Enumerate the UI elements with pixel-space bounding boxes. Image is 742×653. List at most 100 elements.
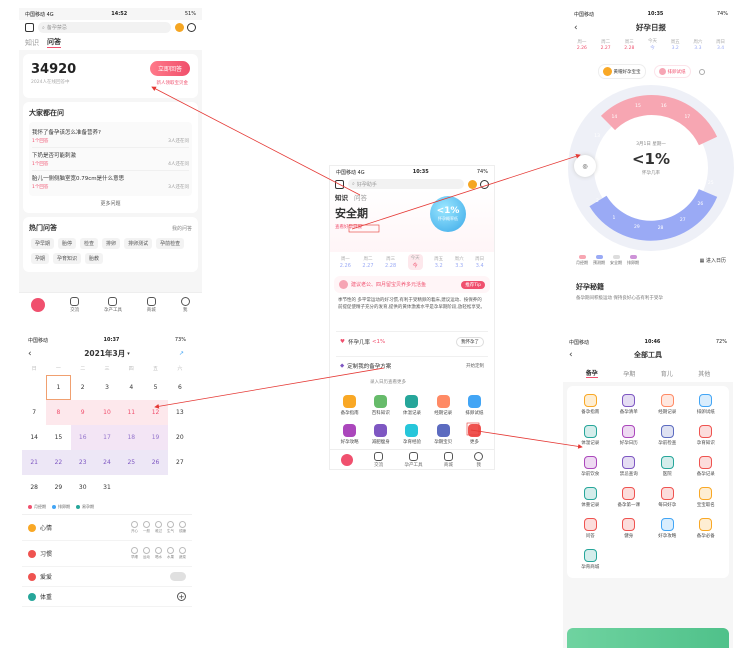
answer-now-button[interactable]: 立即回答	[149, 61, 190, 76]
date-cell[interactable]: 今天今	[648, 38, 657, 51]
calendar-day[interactable]: 25	[119, 450, 144, 475]
record-option[interactable]: 蔬菜	[179, 547, 186, 560]
tool-item[interactable]: 减肥瘦身	[365, 424, 396, 445]
tab-knowledge[interactable]: 知识	[335, 192, 348, 202]
tab-me[interactable]: 我	[180, 296, 190, 313]
tool-item[interactable]: 更多	[459, 424, 490, 445]
question-item[interactable]: 我怀了备孕该怎么准备营养? 1个回答 3人还在问	[32, 125, 189, 148]
calendar-day[interactable]: 29	[46, 475, 70, 500]
date-cell[interactable]: 周日 3.4	[716, 39, 725, 51]
record-option[interactable]: 喝水	[155, 547, 162, 560]
ring-handle[interactable]: ◎	[574, 155, 596, 177]
calendar-day[interactable]: 20	[168, 425, 192, 450]
my-qa-link[interactable]: 我的问答	[172, 225, 192, 232]
hot-tag[interactable]: 胎停	[58, 238, 77, 249]
category-tab[interactable]: 备孕	[585, 368, 598, 378]
tab-mall[interactable]: 商城	[146, 296, 156, 313]
calendar-day[interactable]: 6	[168, 375, 192, 400]
ring-day-number[interactable]: 26	[698, 202, 704, 207]
ring-day-number[interactable]: 17	[684, 115, 690, 120]
message-icon[interactable]	[187, 23, 196, 32]
tool-item[interactable]: 备孕第一课	[610, 487, 649, 508]
date-cell[interactable]: 周六 3.3	[693, 39, 702, 51]
date-cell[interactable]: 周五 3.2	[434, 256, 443, 269]
date-cell[interactable]: 周二 2.27	[601, 39, 611, 51]
tool-item[interactable]: 经期记录	[428, 395, 459, 416]
record-option[interactable]: 运动	[143, 547, 150, 560]
calendar-day[interactable]: 14	[22, 425, 46, 450]
date-cell[interactable]: 周一 2.26	[577, 39, 587, 51]
ring-day-number[interactable]: 16	[661, 104, 667, 109]
tool-item[interactable]: 孕前饮食	[571, 456, 610, 477]
hot-tag[interactable]: 排卵	[102, 238, 121, 249]
calendar-day[interactable]: 23	[70, 450, 95, 475]
calendar-day[interactable]: 11	[119, 400, 144, 425]
category-tab[interactable]: 育儿	[661, 369, 673, 378]
tool-item[interactable]: 备孕记录	[687, 456, 726, 477]
tab-qa[interactable]: 问答	[47, 37, 61, 48]
ring-day-number[interactable]: 27	[680, 218, 686, 223]
calendar-day[interactable]: 31	[95, 475, 119, 500]
back-icon[interactable]: ‹	[569, 350, 573, 360]
month-title[interactable]: 2021年3月	[84, 348, 125, 359]
tool-item[interactable]: 问答	[571, 518, 610, 539]
date-cell[interactable]: 周二 2.27	[362, 256, 373, 269]
date-cell[interactable]: 周三 2.28	[624, 39, 634, 51]
date-cell[interactable]: 周三 2.28	[385, 256, 396, 269]
ring-day-number[interactable]: 2	[596, 199, 599, 204]
toggle-strip[interactable]: 排卵试纸	[653, 65, 691, 78]
custom-plan-row[interactable]: ◆ 定制我的备孕方案 开始定制	[336, 356, 488, 375]
tool-item[interactable]: 孕前检查	[648, 425, 687, 446]
bottom-banner[interactable]	[567, 628, 729, 648]
calendar-icon[interactable]	[25, 23, 34, 32]
calendar-day[interactable]: 9	[70, 400, 95, 425]
hot-tag[interactable]: 孕期	[31, 253, 50, 264]
hot-tag[interactable]: 孕早期	[31, 238, 55, 249]
search-input[interactable]: ⌕ 好孕助手	[348, 179, 464, 189]
record-option[interactable]: 烦躁	[179, 521, 186, 534]
calendar-day[interactable]: 7	[22, 400, 46, 425]
date-cell[interactable]: 周六 3.3	[455, 256, 464, 269]
record-option[interactable]: 水果	[167, 547, 174, 560]
category-tab[interactable]: 孕期	[623, 369, 635, 378]
tool-item[interactable]: 备孕指南	[571, 394, 610, 415]
more-questions-link[interactable]: 更多问题	[29, 200, 192, 207]
hot-tag[interactable]: 孕育知识	[53, 253, 82, 264]
ring-day-number[interactable]: 29	[634, 225, 640, 230]
ring-day-number[interactable]: 15	[635, 104, 641, 109]
calendar-day[interactable]: 17	[94, 425, 120, 450]
calendar-day[interactable]: 22	[46, 450, 71, 475]
hot-tag[interactable]: 胎教	[85, 253, 104, 264]
calendar-day[interactable]: 21	[22, 450, 47, 475]
tab-home[interactable]	[340, 453, 353, 466]
date-cell[interactable]: 周五 3.2	[671, 39, 680, 51]
tool-item[interactable]: 孕育知识	[687, 425, 726, 446]
tool-item[interactable]: 孕期宝贝	[428, 424, 459, 445]
record-option[interactable]: 生气	[167, 521, 174, 534]
tool-item[interactable]: 禁忌查询	[610, 456, 649, 477]
info-icon[interactable]	[698, 68, 705, 75]
calendar-day[interactable]: 10	[94, 400, 120, 425]
tool-item[interactable]: 健身	[610, 518, 649, 539]
record-option[interactable]: 早睡	[131, 547, 138, 560]
dropdown-icon[interactable]: ▾	[127, 351, 130, 357]
tab-community[interactable]: 交流	[374, 451, 384, 468]
message-icon[interactable]	[480, 179, 489, 189]
probability-bubble[interactable]: <1% 怀孕概率低	[430, 196, 466, 232]
daily-report-link[interactable]: 查看好孕日报	[335, 224, 489, 230]
tool-item[interactable]: 备孕清单	[610, 394, 649, 415]
tool-item[interactable]: 百科知识	[365, 395, 396, 416]
question-item[interactable]: 胎儿一侧侧脑室宽0.79cm是什么意思 1个回答 3人还在问	[32, 171, 189, 193]
tab-home[interactable]	[31, 297, 46, 312]
tool-item[interactable]: 好孕日历	[610, 425, 649, 446]
hot-tag[interactable]: 孕前检查	[156, 238, 185, 249]
love-toggle[interactable]	[170, 572, 186, 581]
date-cell[interactable]: 今天今	[407, 254, 423, 270]
calendar-day[interactable]: 4	[119, 375, 143, 400]
calendar-day[interactable]: 28	[22, 475, 46, 500]
tool-item[interactable]: 排卵试纸	[459, 395, 490, 416]
calendar-day[interactable]: 24	[94, 450, 120, 475]
calendar-day[interactable]: 18	[119, 425, 144, 450]
calendar-day[interactable]: 12	[143, 400, 168, 425]
calendar-day[interactable]: 26	[143, 450, 168, 475]
